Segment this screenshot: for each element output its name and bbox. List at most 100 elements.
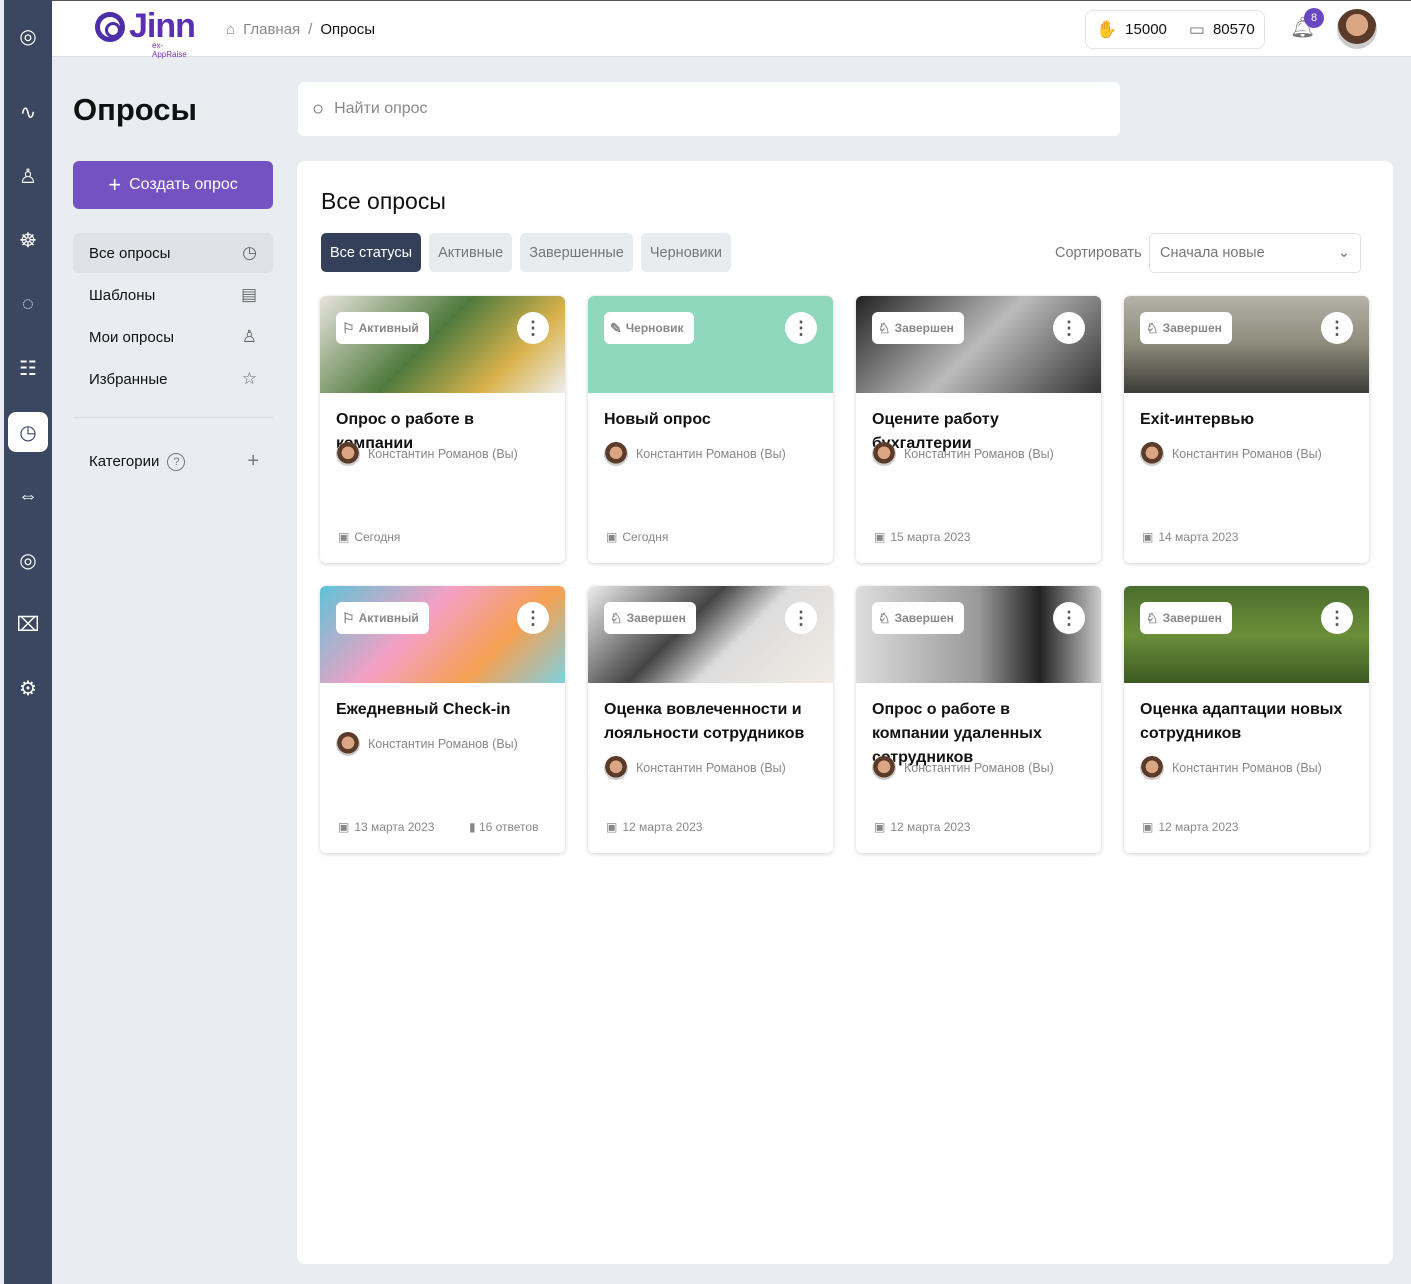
card-author: Константин Романов (Вы) <box>1140 442 1322 466</box>
nav-item[interactable]: Все опросы ◷ <box>73 233 273 273</box>
bar-chart-icon: ▮ <box>469 820 476 834</box>
calendar-icon: ▣ <box>338 530 350 544</box>
card-date: ▣ 13 марта 2023 <box>338 820 435 834</box>
survey-card[interactable]: ♘ Завершен ⋮ Оцените работу бухгалтерии К… <box>856 296 1101 563</box>
filter-tab[interactable]: Активные <box>429 233 513 272</box>
app-logo-icon[interactable]: ◎ <box>8 16 48 56</box>
status-badge: ♘ Завершен <box>604 602 696 634</box>
calendar-icon: ▣ <box>606 530 618 544</box>
more-menu-button[interactable]: ⋮ <box>1053 602 1085 634</box>
status-badge: ✎ Черновик <box>604 312 694 344</box>
divider <box>73 417 273 418</box>
survey-card[interactable]: ♘ Завершен ⋮ Оценка адаптации новых сотру… <box>1124 586 1369 853</box>
app-sidebar: ◎ ∿ ♙ ☸ ◌ ☷ ◷ ⇔ ◎ ⌧ ⚙ <box>4 0 52 1284</box>
filter-tab[interactable]: Все статусы <box>321 233 422 272</box>
survey-card[interactable]: ♘ Завершен ⋮ Опрос о работе в компании уд… <box>856 586 1101 853</box>
sort-select[interactable]: Сначала новые ⌄ <box>1149 233 1361 273</box>
home-icon: ⌂ <box>226 21 236 38</box>
breadcrumb: ⌂ Главная / Опросы <box>226 21 376 38</box>
filter-tab[interactable]: Черновики <box>640 233 732 272</box>
surveys-icon[interactable]: ◷ <box>8 412 48 452</box>
nav-icon: ♙ <box>241 327 257 346</box>
more-menu-button[interactable]: ⋮ <box>1321 312 1353 344</box>
search-bar: ○ <box>298 82 1120 136</box>
section-title: Все опросы <box>321 188 446 214</box>
avatar[interactable] <box>1337 9 1377 49</box>
status-icon: ♘ <box>610 609 623 626</box>
avatar <box>336 732 360 756</box>
status-icon: ♘ <box>1146 609 1159 626</box>
card-date: ▣ Сегодня <box>606 530 669 544</box>
status-badge: ♘ Завершен <box>872 312 964 344</box>
card-cover: ♘ Завершен ⋮ <box>1124 586 1369 683</box>
more-menu-button[interactable]: ⋮ <box>1053 312 1085 344</box>
status-badge: ⚐ Активный <box>336 312 429 344</box>
card-date: ▣ 12 марта 2023 <box>1142 820 1239 834</box>
more-menu-button[interactable]: ⋮ <box>785 312 817 344</box>
calendar-icon: ▣ <box>338 820 350 834</box>
nav-item[interactable]: Шаблоны ▤ <box>73 275 273 315</box>
categories: Категории? + <box>89 450 259 473</box>
help-icon[interactable]: ? <box>167 452 186 471</box>
status-icon: ⚐ <box>342 609 355 626</box>
card-cover: ♘ Завершен ⋮ <box>1124 296 1369 393</box>
card-cover: ⚐ Активный ⋮ <box>320 296 565 393</box>
status-filters: Все статусы Активные Завершенные Черновики <box>321 233 732 272</box>
status-icon: ♘ <box>1146 319 1159 336</box>
calendar-icon: ▣ <box>606 820 618 834</box>
top-bar: Jinn ex-AppRaise ⌂ Главная / Опросы ✋ 15000 ▭ 8… <box>52 0 1411 59</box>
gift-icon[interactable]: ⌧ <box>8 604 48 644</box>
nav-item[interactable]: Избранные ☆ <box>73 359 273 399</box>
card-author: Константин Романов (Вы) <box>872 756 1054 780</box>
add-category-button[interactable]: + <box>247 450 259 473</box>
search-input[interactable] <box>334 100 1120 118</box>
logo[interactable]: Jinn ex-AppRaise <box>95 7 196 59</box>
survey-card[interactable]: ⚐ Активный ⋮ Опрос о работе в компании Ко… <box>320 296 565 563</box>
survey-card[interactable]: ✎ Черновик ⋮ Новый опрос Константин Роман… <box>588 296 833 563</box>
team-icon[interactable]: ☸ <box>8 220 48 260</box>
user-icon[interactable]: ♙ <box>8 156 48 196</box>
card-date: ▣ 12 марта 2023 <box>874 820 971 834</box>
card-title: Оценка вовлеченности и лояльности сотруд… <box>604 701 805 742</box>
avatar <box>872 442 896 466</box>
avatar <box>336 442 360 466</box>
feedback-icon[interactable]: ⇔ <box>8 476 48 516</box>
card-title: Ежедневный Check-in <box>336 701 511 718</box>
survey-card[interactable]: ⚐ Активный ⋮ Ежедневный Check-in Констант… <box>320 586 565 853</box>
nav-icon: ◷ <box>242 243 257 262</box>
balance-widget[interactable]: ✋ 15000 ▭ 80570 <box>1085 10 1265 49</box>
status-badge: ⚐ Активный <box>336 602 429 634</box>
more-menu-button[interactable]: ⋮ <box>517 602 549 634</box>
settings-icon[interactable]: ⚙ <box>8 668 48 708</box>
breadcrumb-current: Опросы <box>320 21 376 38</box>
more-menu-button[interactable]: ⋮ <box>1321 602 1353 634</box>
goals-icon[interactable]: ◎ <box>8 540 48 580</box>
pulse-icon[interactable]: ∿ <box>8 92 48 132</box>
create-survey-button[interactable]: + Создать опрос <box>73 161 273 209</box>
survey-card[interactable]: ♘ Завершен ⋮ Exit-интервью Константин Ром… <box>1124 296 1369 563</box>
card-title: Exit-интервью <box>1140 411 1255 428</box>
avatar <box>604 756 628 780</box>
card-date: ▣ 12 марта 2023 <box>606 820 703 834</box>
surveys-panel: Все опросы Все статусы Активные Завершенны… <box>297 161 1393 1264</box>
more-menu-button[interactable]: ⋮ <box>785 602 817 634</box>
survey-card[interactable]: ♘ Завершен ⋮ Оценка вовлеченности и лояль… <box>588 586 833 853</box>
more-menu-button[interactable]: ⋮ <box>517 312 549 344</box>
card-author: Константин Романов (Вы) <box>336 442 518 466</box>
avatar <box>604 442 628 466</box>
org-chart-icon[interactable]: ☷ <box>8 348 48 388</box>
nav-item[interactable]: Мои опросы ♙ <box>73 317 273 357</box>
breadcrumb-home[interactable]: Главная <box>243 21 300 38</box>
status-icon: ⚐ <box>342 319 355 336</box>
filter-tab[interactable]: Завершенные <box>520 233 633 272</box>
card-date: ▣ 14 марта 2023 <box>1142 530 1239 544</box>
card-date: ▣ 15 марта 2023 <box>874 530 971 544</box>
page-title: Опросы <box>73 92 198 127</box>
card-author: Константин Романов (Вы) <box>1140 756 1322 780</box>
chat-icon[interactable]: ◌ <box>8 284 48 324</box>
sort-label: Сортировать <box>1055 245 1142 261</box>
calendar-icon: ▣ <box>1142 820 1154 834</box>
card-title: Новый опрос <box>604 411 711 428</box>
calendar-icon: ▣ <box>874 530 886 544</box>
card-author: Константин Романов (Вы) <box>604 442 786 466</box>
